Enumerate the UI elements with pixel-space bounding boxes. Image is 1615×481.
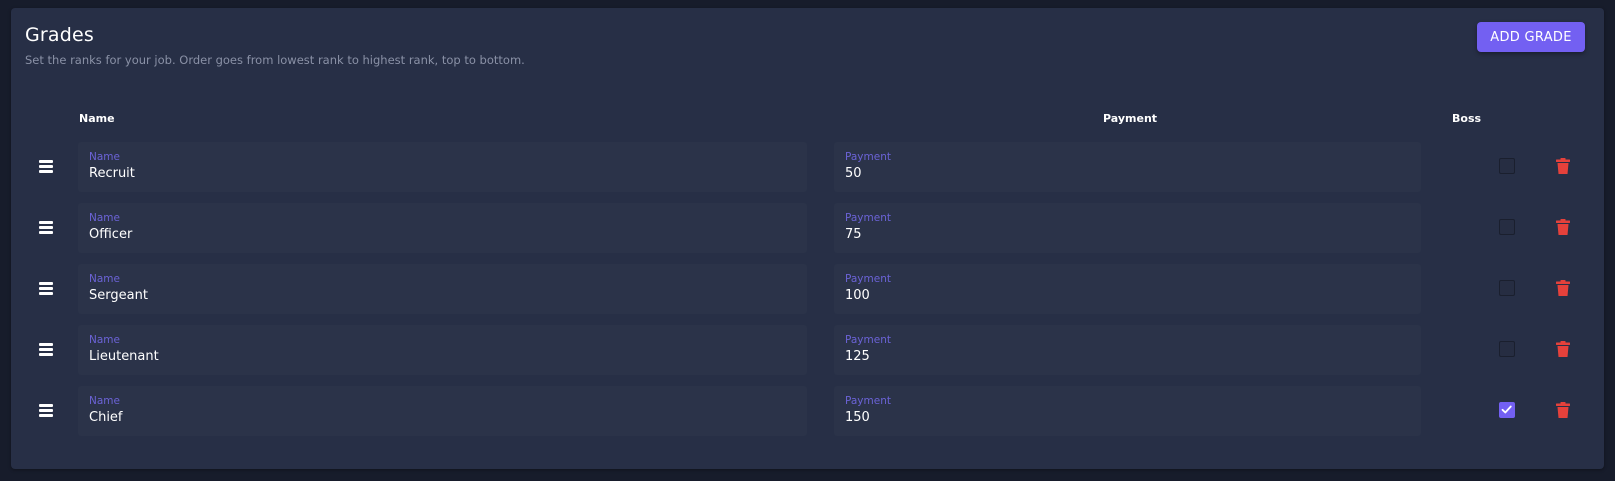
trash-icon[interactable]	[1556, 158, 1570, 174]
drag-handle-icon[interactable]	[39, 343, 53, 357]
boss-checkbox[interactable]	[1499, 280, 1515, 296]
boss-checkbox[interactable]	[1499, 158, 1515, 174]
grades-panel: Grades Set the ranks for your job. Order…	[11, 8, 1604, 469]
grade-row: Name Chief Payment 150	[11, 386, 1604, 436]
trash-icon[interactable]	[1556, 219, 1570, 235]
drag-handle-icon[interactable]	[39, 221, 53, 235]
name-input[interactable]	[78, 386, 807, 436]
drag-handle-icon[interactable]	[39, 282, 53, 296]
grade-row: Name Officer Payment 75	[11, 203, 1604, 253]
grade-row: Name Recruit Payment 50	[11, 142, 1604, 192]
column-header-name: Name	[79, 112, 115, 125]
payment-field: Payment 150	[834, 386, 1421, 436]
column-header-boss: Boss	[1452, 112, 1482, 125]
name-input[interactable]	[78, 325, 807, 375]
payment-field: Payment 100	[834, 264, 1421, 314]
checkmark-icon	[1501, 405, 1512, 414]
grade-row: Name Sergeant Payment 100	[11, 264, 1604, 314]
boss-checkbox[interactable]	[1499, 219, 1515, 235]
payment-field: Payment 125	[834, 325, 1421, 375]
name-field: Name Sergeant	[78, 264, 807, 314]
payment-field: Payment 75	[834, 203, 1421, 253]
payment-input[interactable]	[834, 325, 1421, 375]
name-field: Name Officer	[78, 203, 807, 253]
grade-row: Name Lieutenant Payment 125	[11, 325, 1604, 375]
payment-field: Payment 50	[834, 142, 1421, 192]
name-input[interactable]	[78, 264, 807, 314]
payment-input[interactable]	[834, 203, 1421, 253]
trash-icon[interactable]	[1556, 341, 1570, 357]
payment-input[interactable]	[834, 142, 1421, 192]
name-input[interactable]	[78, 142, 807, 192]
drag-handle-icon[interactable]	[39, 160, 53, 174]
name-field: Name Chief	[78, 386, 807, 436]
column-header-payment: Payment	[1103, 112, 1158, 125]
drag-handle-icon[interactable]	[39, 404, 53, 418]
trash-icon[interactable]	[1556, 402, 1570, 418]
add-grade-button[interactable]: ADD GRADE	[1477, 22, 1585, 52]
boss-checkbox[interactable]	[1499, 402, 1515, 418]
payment-input[interactable]	[834, 386, 1421, 436]
payment-input[interactable]	[834, 264, 1421, 314]
name-field: Name Recruit	[78, 142, 807, 192]
page-subtitle: Set the ranks for your job. Order goes f…	[25, 53, 525, 67]
trash-icon[interactable]	[1556, 280, 1570, 296]
name-field: Name Lieutenant	[78, 325, 807, 375]
boss-checkbox[interactable]	[1499, 341, 1515, 357]
page-title: Grades	[25, 24, 95, 46]
name-input[interactable]	[78, 203, 807, 253]
